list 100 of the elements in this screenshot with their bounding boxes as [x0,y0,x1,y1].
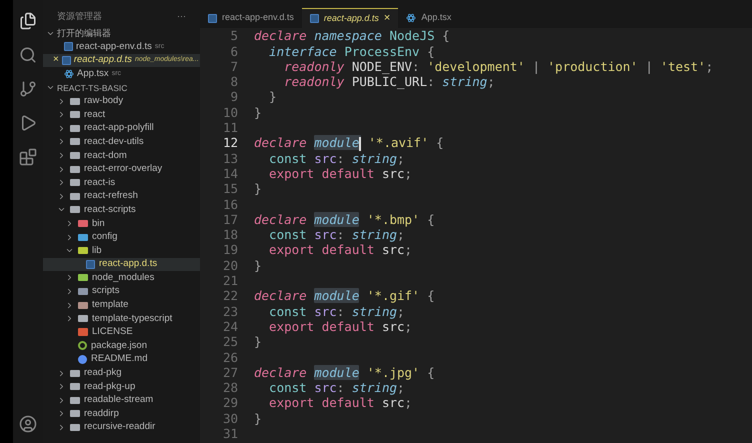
editor-tab[interactable]: App.tsx [398,8,460,28]
code-line: const src: string; [268,303,405,321]
tree-item-label: react-app.d.ts [99,258,158,270]
tree-item-label: LICENSE [92,326,133,338]
code-line: } [268,88,277,106]
atom-icon [406,13,416,23]
close-button[interactable]: × [53,55,59,66]
tree-item[interactable]: package.json [43,339,200,353]
tree-item-label: node_modules [92,272,154,284]
tree-item[interactable]: node_modules [43,271,200,285]
tree-item[interactable]: react [43,108,200,122]
extensions-icon[interactable] [19,148,37,166]
tree-item[interactable]: template-typescript [43,312,200,326]
tree-item-label: react-error-overlay [84,163,162,176]
branch-icon[interactable] [19,80,37,98]
line-number: 10 [222,104,238,122]
code-line: declare module '*.jpg' { [254,364,435,382]
line-number: 25 [222,333,238,352]
account-icon[interactable] [19,415,37,433]
files-icon[interactable] [19,12,37,30]
line-number: 30 [222,410,238,428]
tree-item[interactable]: raw-body [43,94,200,108]
info-icon [78,354,87,364]
section-title: 打开的编辑器 [57,27,111,39]
tree-item-label: react-refresh [84,190,138,202]
file-name: react-app-env.d.ts [76,40,152,53]
code-line: readonly NODE_ENV: 'development' | 'production' | 'test'; [283,58,714,76]
tree-item-label: template [92,299,128,312]
json-file-icon [78,341,87,350]
tree-item[interactable]: README.md [43,352,200,366]
sidebar-title: 资源管理器 [57,10,102,22]
tree-item-label: scripts [92,285,120,298]
tree-item[interactable]: react-error-overlay [43,162,200,176]
tree-item[interactable]: react-is [43,176,200,190]
tree-item[interactable]: react-refresh [43,190,200,204]
tree-item-label: react-dom [84,150,127,162]
tab-label: App.tsx [421,11,452,24]
tree-item-label: config [92,231,118,244]
tree-item[interactable]: template [43,298,200,312]
run-icon[interactable] [19,114,37,132]
tree-item-label: template-typescript [92,312,172,325]
typescript-file-icon [208,14,217,22]
tree-item[interactable]: lib [43,244,200,258]
typescript-file-icon [86,260,95,269]
section-title: REACT-TS-BASIC [57,82,128,94]
tree-item-label: package.json [91,340,147,352]
tree-item-label: lib [92,244,102,257]
tree-item[interactable]: react-app.d.ts [43,258,200,272]
tree-item-label: bin [92,218,105,230]
typescript-file-icon [310,14,319,23]
tree-item[interactable]: recursive-readdir [43,420,200,434]
more-actions-button[interactable]: ··· [177,10,186,22]
file-name: App.tsx [77,68,109,80]
tree-item-label: react-dev-utils [84,136,144,148]
tab-label: react-app.d.ts [324,12,379,25]
code-line: } [254,104,262,122]
tree-item[interactable]: readdirp [43,407,200,421]
tab-label: react-app-env.d.ts [222,11,294,24]
file-name: react-app.d.ts [74,54,132,66]
code-line: export default src; [268,395,412,412]
tree-item[interactable]: config [43,230,200,244]
line-number: 15 [222,180,238,198]
section-header[interactable]: REACT-TS-BASIC [43,80,200,94]
tree-item-label: read-pkg [84,367,122,380]
search-icon[interactable] [19,46,37,64]
tree-item-label: react-scripts [84,204,136,216]
tree-item[interactable]: react-dom [43,148,200,162]
tree-item[interactable]: react-app-polyfill [43,122,200,136]
section-header[interactable]: 打开的编辑器 [43,26,200,40]
code-line: declare module '*.bmp' { [254,210,435,229]
close-button[interactable]: × [384,13,390,24]
tree-item-label: raw-body [84,95,124,108]
tree-item-label: read-pkg-up [84,380,136,393]
code-line: } [254,256,262,275]
code-line: export default src; [268,166,412,183]
tree-item[interactable]: read-pkg [43,366,200,380]
code-line: } [254,180,262,198]
tree-item-label: react [84,108,106,121]
code-line: export default src; [268,318,412,336]
tree-item[interactable]: react-dev-utils [43,135,200,149]
tree-item[interactable]: readable-stream [43,393,200,408]
code-line: } [254,410,262,428]
tree-item[interactable]: react-scripts [43,203,200,217]
tree-item-label: react-app-polyfill [84,122,154,134]
tree-item-label: readable-stream [84,394,154,406]
code-line: declare namespace NodeJS { [254,27,450,46]
code-line: export default src; [268,242,412,260]
tree-item[interactable]: scripts [43,284,200,298]
code-line: declare module '*.gif' { [254,287,435,306]
code-line: const src: string; [268,380,405,398]
code-line: interface ProcessEnv { [268,43,435,61]
tree-item-label: react-is [84,176,116,189]
tree-item[interactable]: bin [43,216,200,230]
tree-item[interactable]: read-pkg-up [43,380,200,394]
editor-tab[interactable]: react-app-env.d.ts [200,8,302,28]
line-number: 20 [222,256,238,275]
tree-item[interactable]: LICENSE [43,325,200,340]
tree-item-label: README.md [91,353,148,366]
editor-tab[interactable]: react-app.d.ts × [302,8,398,28]
tree-item-label: recursive-readdir [84,421,156,434]
